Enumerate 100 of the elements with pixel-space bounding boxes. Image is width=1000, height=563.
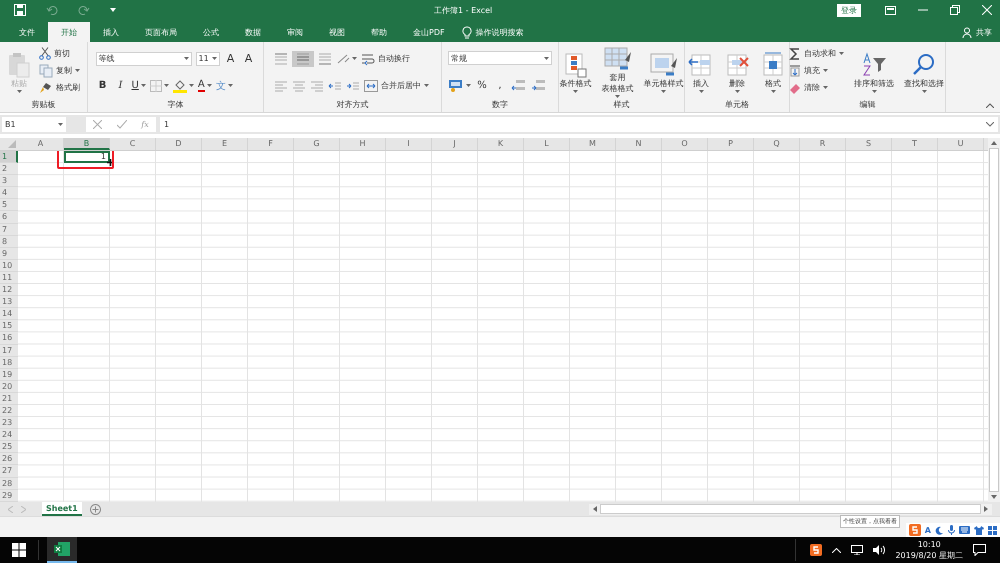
vertical-scrollbar[interactable]	[988, 138, 1000, 502]
row-header[interactable]: 17	[0, 344, 18, 357]
column-header[interactable]: K	[478, 138, 524, 150]
scroll-down-icon[interactable]	[991, 495, 997, 499]
column-header[interactable]: H	[340, 138, 386, 150]
row-header[interactable]: 15	[0, 320, 18, 332]
input-mode-button[interactable]: A	[924, 526, 931, 534]
row-header[interactable]: 11	[0, 272, 18, 284]
add-sheet-icon[interactable]	[90, 504, 101, 514]
copy-button[interactable]: 复制	[39, 63, 82, 78]
row-header[interactable]: 18	[0, 356, 18, 369]
middle-align-button[interactable]	[292, 50, 314, 66]
row-header[interactable]: 12	[0, 284, 18, 296]
ribbon-display-icon[interactable]	[885, 6, 896, 14]
row-header[interactable]: 4	[0, 187, 18, 200]
table-format-button[interactable]: 套用 表格格式	[600, 46, 636, 98]
column-header[interactable]: S	[846, 138, 892, 150]
ribbon-tab[interactable]: 金山PDF	[400, 22, 458, 42]
tell-me-search[interactable]: 操作说明搜索	[476, 26, 524, 38]
share-button[interactable]: 共享	[976, 26, 992, 38]
percent-button[interactable]: %	[475, 77, 489, 93]
scroll-left-icon[interactable]	[592, 506, 597, 512]
column-header[interactable]: F	[248, 138, 294, 150]
column-header[interactable]: M	[570, 138, 616, 150]
conditional-format-button[interactable]: 条件格式	[558, 52, 594, 92]
notification-icon[interactable]	[973, 544, 986, 556]
ribbon-tab[interactable]: 开始	[48, 22, 90, 42]
column-header[interactable]: E	[202, 138, 248, 150]
scroll-up-icon[interactable]	[991, 141, 997, 145]
fill-color-button[interactable]	[172, 78, 194, 94]
column-header[interactable]: O	[662, 138, 708, 150]
column-header[interactable]: B	[64, 138, 110, 150]
column-header[interactable]: Q	[754, 138, 800, 150]
column-header[interactable]: N	[616, 138, 662, 150]
row-header[interactable]: 1	[0, 151, 18, 164]
spreadsheet-app-button[interactable]	[47, 537, 77, 563]
chevron-up-icon[interactable]	[832, 548, 842, 552]
underline-button[interactable]: U	[132, 78, 146, 94]
volume-icon[interactable]	[873, 545, 886, 555]
column-header[interactable]: L	[524, 138, 570, 150]
restore-icon[interactable]	[950, 5, 960, 15]
increase-decimal-button[interactable]	[511, 77, 527, 93]
column-header[interactable]: U	[938, 138, 984, 150]
active-cell[interactable]: 1	[64, 151, 110, 164]
comma-button[interactable]: ,	[493, 77, 507, 93]
row-header[interactable]: 23	[0, 417, 18, 430]
row-header[interactable]: 19	[0, 368, 18, 381]
sign-in-button[interactable]: 登录	[837, 4, 861, 16]
collapse-ribbon-icon[interactable]	[986, 103, 994, 108]
phonetic-button[interactable]: 文	[216, 78, 233, 94]
ribbon-tab[interactable]: 审阅	[274, 22, 316, 42]
column-header[interactable]: P	[708, 138, 754, 150]
column-header[interactable]: T	[892, 138, 938, 150]
row-header[interactable]: 27	[0, 465, 18, 478]
bottom-align-button[interactable]	[318, 50, 332, 66]
wrap-text-button[interactable]: 自动换行	[361, 51, 412, 66]
ribbon-tab[interactable]: 数据	[232, 22, 274, 42]
grid-icon[interactable]	[988, 526, 997, 534]
row-header[interactable]: 16	[0, 332, 18, 344]
format-painter-button[interactable]: 格式刷	[39, 80, 82, 95]
microphone-icon[interactable]	[948, 525, 955, 535]
font-color-button[interactable]: A	[198, 78, 212, 94]
currency-button[interactable]	[448, 77, 471, 93]
border-button[interactable]	[150, 78, 169, 94]
decrease-decimal-button[interactable]	[531, 77, 547, 93]
column-header[interactable]: I	[386, 138, 432, 150]
format-button[interactable]: 格式	[758, 52, 788, 92]
row-header[interactable]: 28	[0, 478, 18, 490]
close-icon[interactable]	[982, 5, 992, 15]
ime-logo-icon[interactable]	[810, 544, 822, 556]
row-header[interactable]: 10	[0, 260, 18, 272]
autosum-button[interactable]: 自动求和	[789, 46, 846, 61]
italic-button[interactable]: I	[114, 78, 128, 94]
merge-center-button[interactable]: 合并后居中	[364, 78, 431, 93]
row-header[interactable]: 26	[0, 453, 18, 466]
row-header[interactable]: 13	[0, 296, 18, 308]
sort-filter-button[interactable]: 排序和筛选	[852, 52, 896, 92]
insert-button[interactable]: 插入	[686, 52, 716, 92]
row-header[interactable]: 7	[0, 224, 18, 236]
clear-button[interactable]: 清除	[789, 80, 830, 95]
shrink-font-button[interactable]: A	[242, 50, 256, 66]
sheet-tab[interactable]: Sheet1	[42, 502, 82, 516]
name-box[interactable]: B1	[2, 117, 66, 132]
cell-style-button[interactable]: 单元格样式	[642, 52, 686, 92]
row-header[interactable]: 8	[0, 236, 18, 248]
delete-button[interactable]: 删除	[722, 52, 752, 92]
ribbon-tab[interactable]: 视图	[316, 22, 358, 42]
column-header[interactable]: D	[156, 138, 202, 150]
ribbon-tab[interactable]: 文件	[6, 22, 48, 42]
column-header[interactable]: R	[800, 138, 846, 150]
ribbon-tab[interactable]: 帮助	[358, 22, 400, 42]
row-header[interactable]: 14	[0, 308, 18, 320]
start-icon[interactable]	[12, 543, 26, 557]
fill-button[interactable]: 填充	[789, 63, 830, 78]
top-align-button[interactable]	[274, 50, 288, 66]
font-name-field[interactable]: 等线	[96, 52, 192, 66]
row-header[interactable]: 6	[0, 211, 18, 224]
scroll-right-icon[interactable]	[984, 506, 988, 512]
row-header[interactable]: 3	[0, 175, 18, 188]
column-header[interactable]: C	[110, 138, 156, 150]
